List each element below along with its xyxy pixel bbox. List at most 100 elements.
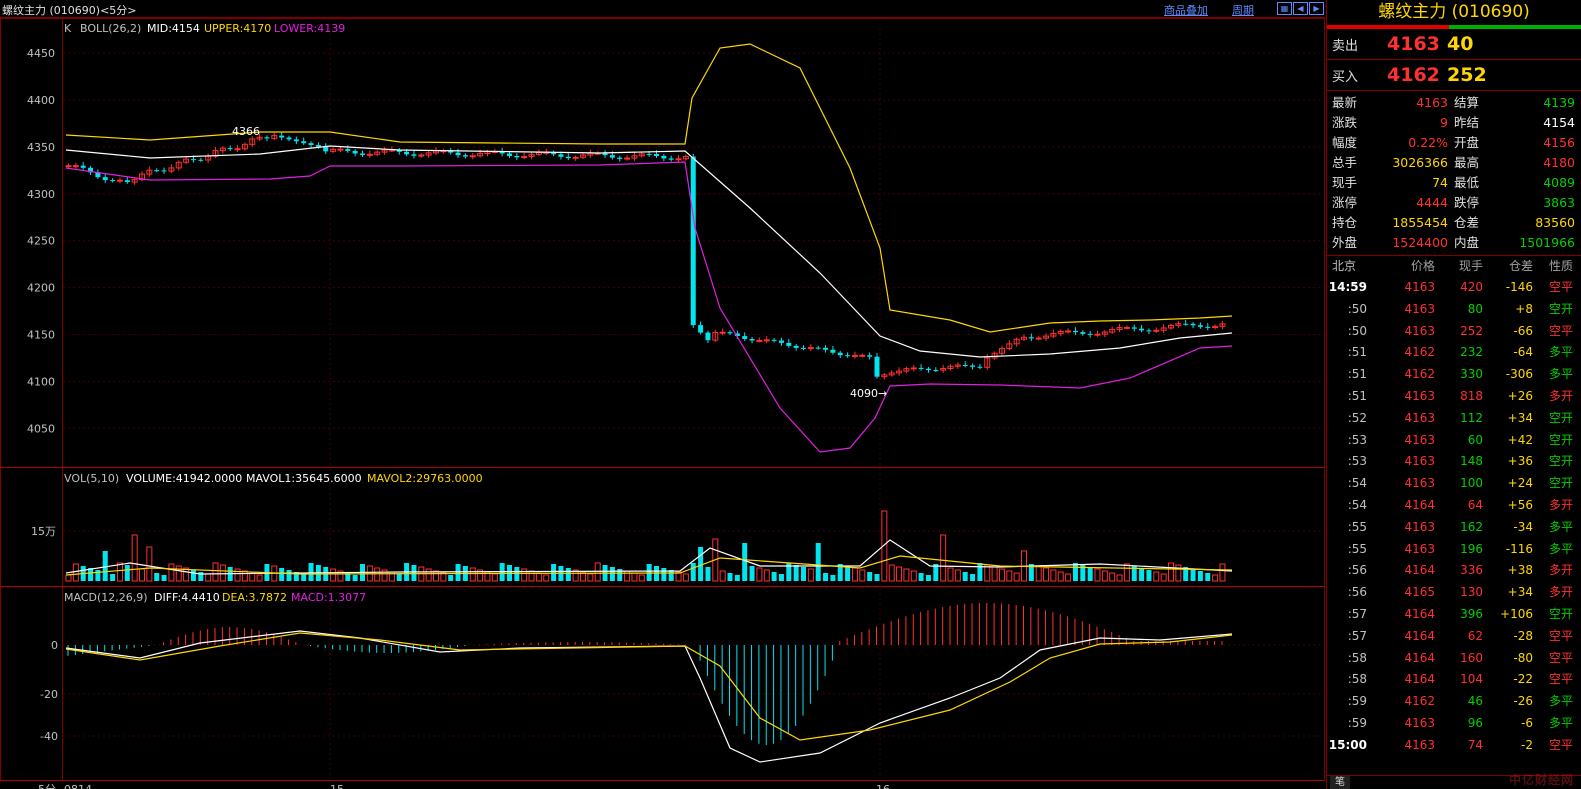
tick-volume: 232	[1460, 345, 1483, 360]
watermark: 中亿财经网	[1508, 773, 1574, 787]
volume-bar-down	[918, 573, 924, 581]
tick-row[interactable]: 15:00 4163 74 -2 空平	[1327, 734, 1581, 756]
stat-key-2: 内盘	[1454, 235, 1480, 250]
candle-down	[801, 347, 806, 349]
tick-row[interactable]: :50 4163 252 -66 空平	[1327, 320, 1581, 342]
candle-down	[654, 153, 659, 156]
volume-bar-up	[859, 569, 866, 582]
overlay-link[interactable]: 商品叠加	[1164, 2, 1208, 18]
macd-dea: DEA:3.7872	[222, 591, 287, 604]
tick-volume: 252	[1460, 323, 1483, 338]
tick-volume: 336	[1460, 563, 1483, 578]
chart-area[interactable]: 4450 4400 4350 4300 4250 4200 4150 4100 4050 K B…	[0, 18, 1326, 789]
tick-time: :57	[1347, 606, 1367, 621]
stat-value: 4444	[1416, 195, 1448, 210]
tick-oi-change: -6	[1521, 715, 1533, 730]
candle-down	[227, 148, 233, 150]
tick-type: 空开	[1548, 410, 1573, 425]
volume-bar-up	[425, 568, 432, 582]
tick-row[interactable]: :50 4163 80 +8 空开	[1327, 298, 1581, 320]
volume-bar-up	[168, 563, 175, 582]
tick-volume: 96	[1467, 715, 1483, 730]
tick-list[interactable]: 14:59 4163 420 -146 空平:50 4163 80 +8 空开:50 4163 25…	[1327, 276, 1581, 756]
volume-bar-down	[778, 574, 784, 581]
volume-bar-up	[234, 568, 241, 582]
boll-mid: MID:4154	[147, 22, 200, 35]
grid-icon[interactable]: ▦	[1277, 2, 1292, 15]
volume-bar-down	[823, 573, 829, 581]
tick-time: :53	[1347, 454, 1367, 469]
tick-volume: 112	[1460, 410, 1483, 425]
tick-row[interactable]: :59 4162 46 -26 多平	[1327, 690, 1581, 712]
left-arrow-icon[interactable]: ◀	[1293, 2, 1308, 15]
tick-oi-change: +26	[1507, 388, 1533, 403]
tick-row[interactable]: :57 4164 62 -28 空平	[1327, 625, 1581, 647]
volume-bar-up	[1035, 565, 1042, 582]
tick-price: 4164	[1404, 628, 1435, 643]
candle-down	[161, 170, 167, 172]
tick-row[interactable]: :55 4163 162 -34 多平	[1327, 516, 1581, 538]
stat-key: 最新	[1332, 95, 1358, 110]
tick-price: 4163	[1404, 476, 1435, 491]
tick-row[interactable]: :52 4163 112 +34 空开	[1327, 407, 1581, 429]
volume-bar-down	[1087, 567, 1093, 581]
buy-price: 4162	[1387, 64, 1440, 86]
stat-value-2: 1501966	[1519, 235, 1575, 250]
tick-type: 多开	[1548, 563, 1573, 578]
tick-row[interactable]: :54 4163 100 +24 空开	[1327, 472, 1581, 494]
tick-row[interactable]: :56 4165 130 +34 多开	[1327, 581, 1581, 603]
tick-price: 4164	[1404, 563, 1435, 578]
candle-down	[1131, 327, 1137, 329]
volume-bar-up	[851, 567, 858, 582]
price-tick-label: 4150	[27, 329, 55, 342]
candle-down	[323, 146, 329, 152]
volume-bar-up	[624, 570, 631, 582]
candle-up	[624, 157, 631, 160]
tick-volume: 104	[1460, 672, 1483, 687]
tick-row[interactable]: :59 4163 96 -6 多平	[1327, 712, 1581, 734]
volume-bar-down	[661, 568, 667, 581]
candle-down	[742, 336, 748, 339]
volume-bar-up	[72, 563, 79, 582]
candle-up	[1123, 326, 1130, 329]
candle-down	[190, 159, 196, 161]
tick-volume: 100	[1460, 476, 1483, 491]
tick-time: :54	[1347, 476, 1367, 491]
tick-volume: 64	[1467, 497, 1483, 512]
tick-row[interactable]: :58 4164 104 -22 空平	[1327, 668, 1581, 690]
volume-bar-down	[970, 574, 976, 581]
candle-down	[609, 155, 615, 158]
candle-down	[793, 345, 799, 348]
tick-volume: 130	[1460, 585, 1483, 600]
candle-up	[366, 153, 373, 156]
volume-bar-up	[528, 570, 535, 582]
volume-bar-down	[1190, 569, 1196, 581]
tick-oi-change: +34	[1507, 410, 1533, 425]
tick-volume: 160	[1460, 650, 1483, 665]
tick-row[interactable]: :58 4164 160 -80 空平	[1327, 647, 1581, 669]
tick-row[interactable]: :51 4162 232 -64 多平	[1327, 341, 1581, 363]
right-arrow-icon[interactable]: ▶	[1309, 2, 1324, 15]
tick-oi-change: -306	[1505, 367, 1533, 382]
volume-bar-up	[763, 569, 770, 582]
candle-down	[286, 137, 292, 140]
tick-row[interactable]: :51 4162 330 -306 多平	[1327, 363, 1581, 385]
tick-row[interactable]: 14:59 4163 420 -146 空平	[1327, 276, 1581, 298]
vol-volume: VOLUME:41942.0000	[126, 472, 242, 485]
price-tick-label: 4350	[27, 141, 55, 154]
tick-row[interactable]: :57 4164 396 +106 空开	[1327, 603, 1581, 625]
tick-row[interactable]: :51 4163 818 +26 多开	[1327, 385, 1581, 407]
candle-down	[646, 153, 652, 155]
price-tick-label: 4400	[27, 94, 55, 107]
volume-bar-up	[535, 572, 542, 582]
tick-row[interactable]: :56 4164 336 +38 多开	[1327, 559, 1581, 581]
tick-type: 空开	[1548, 301, 1573, 316]
tick-row[interactable]: :53 4163 60 +42 空开	[1327, 429, 1581, 451]
tick-price: 4163	[1404, 715, 1435, 730]
tick-row[interactable]: :54 4164 64 +56 多开	[1327, 494, 1581, 516]
volume-bar-down	[455, 564, 461, 581]
tick-row[interactable]: :55 4163 196 -116 多平	[1327, 538, 1581, 560]
period-link[interactable]: 周期	[1232, 2, 1254, 18]
tab-ticks[interactable]: 笔	[1330, 776, 1350, 789]
tick-row[interactable]: :53 4163 148 +36 空开	[1327, 450, 1581, 472]
